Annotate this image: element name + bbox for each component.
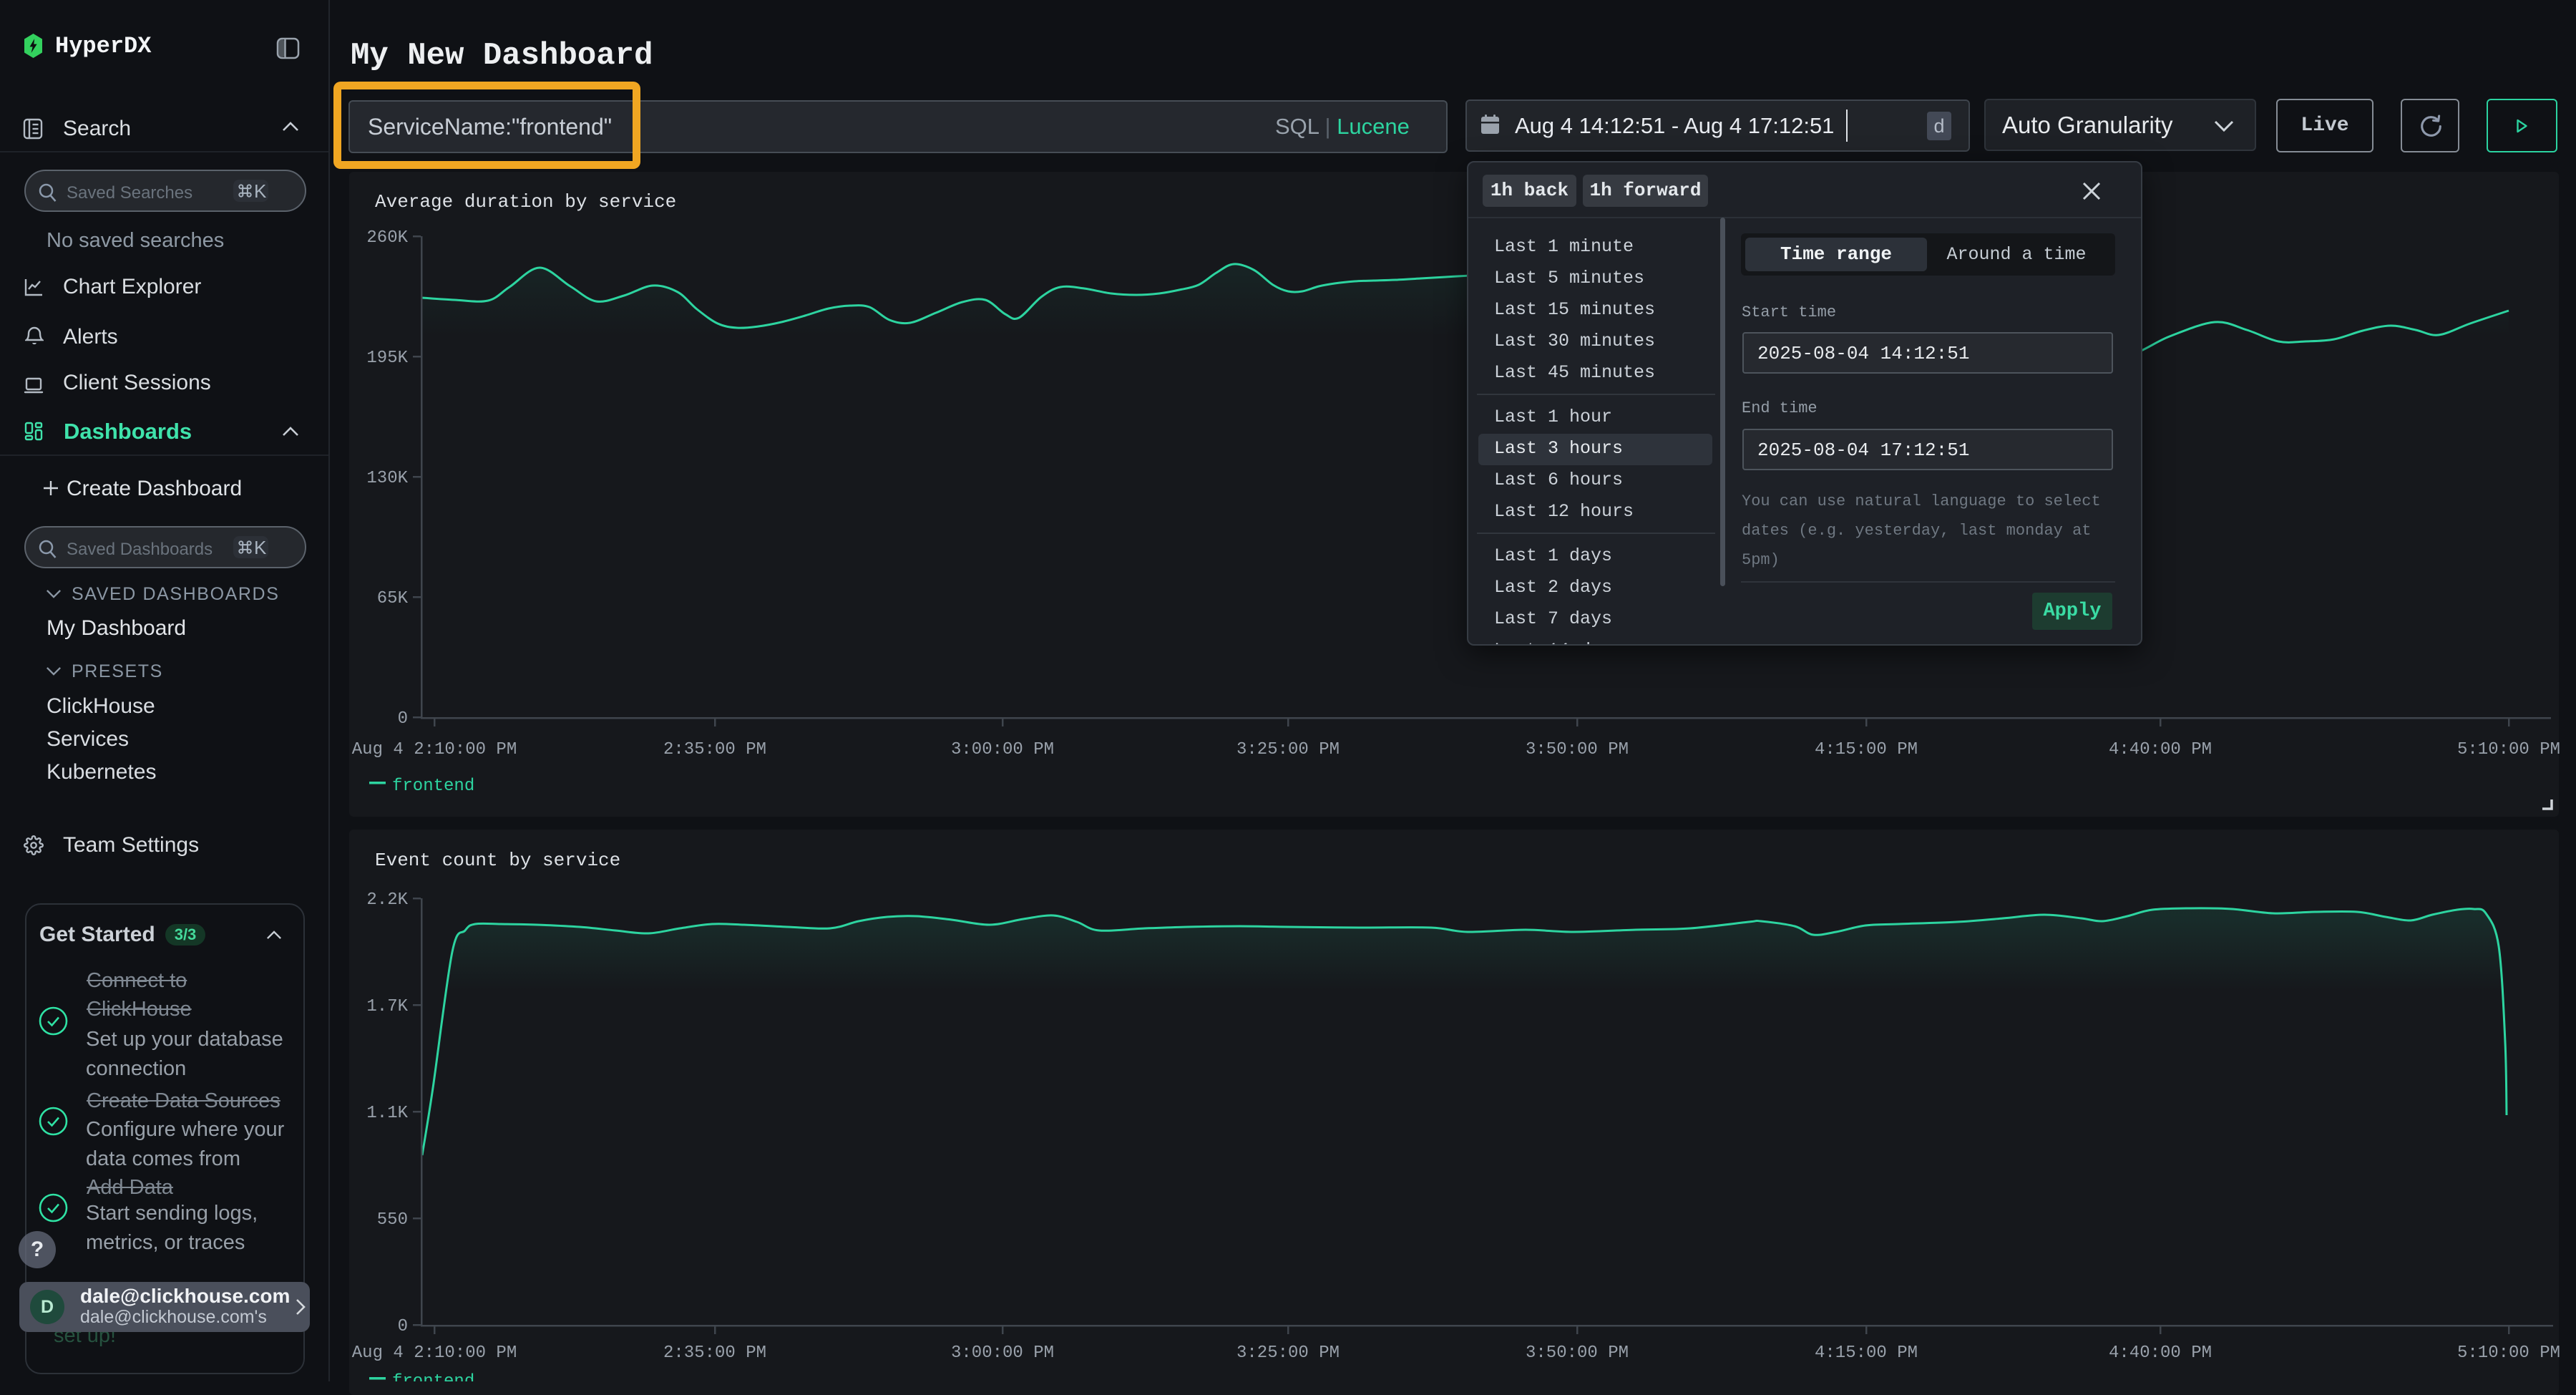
svg-text:4:40:00 PM: 4:40:00 PM [2109,1343,2212,1363]
svg-text:Aug 4 2:10:00 PM: Aug 4 2:10:00 PM [352,740,517,759]
svg-text:1.7K: 1.7K [366,997,408,1016]
svg-text:Event count by service: Event count by service [375,850,620,871]
svg-text:3:25:00 PM: 3:25:00 PM [1236,740,1340,759]
svg-text:frontend: frontend [392,1372,474,1381]
svg-text:3:00:00 PM: 3:00:00 PM [951,740,1054,759]
svg-text:130K: 130K [366,469,408,488]
svg-text:3:50:00 PM: 3:50:00 PM [1526,1343,1629,1363]
svg-text:195K: 195K [366,349,408,368]
svg-text:Aug 4 2:10:00 PM: Aug 4 2:10:00 PM [352,1343,517,1363]
svg-text:2:35:00 PM: 2:35:00 PM [663,1343,766,1363]
svg-text:2:35:00 PM: 2:35:00 PM [663,740,766,759]
svg-text:frontend: frontend [392,777,474,796]
svg-text:3:00:00 PM: 3:00:00 PM [951,1343,1054,1363]
svg-text:3:50:00 PM: 3:50:00 PM [1526,740,1629,759]
svg-text:1.1K: 1.1K [366,1104,408,1123]
svg-text:5:10:00 PM: 5:10:00 PM [2457,740,2560,759]
svg-text:Average duration by service: Average duration by service [375,191,676,213]
svg-text:3:25:00 PM: 3:25:00 PM [1236,1343,1340,1363]
svg-text:0: 0 [398,709,408,729]
svg-text:65K: 65K [377,589,409,608]
svg-text:5:10:00 PM: 5:10:00 PM [2457,1343,2560,1363]
svg-text:2.2K: 2.2K [366,890,408,910]
svg-text:4:15:00 PM: 4:15:00 PM [1815,740,1918,759]
svg-text:550: 550 [377,1210,408,1230]
svg-text:4:40:00 PM: 4:40:00 PM [2109,740,2212,759]
svg-text:260K: 260K [366,228,408,248]
svg-text:4:15:00 PM: 4:15:00 PM [1815,1343,1918,1363]
svg-text:0: 0 [398,1317,408,1336]
